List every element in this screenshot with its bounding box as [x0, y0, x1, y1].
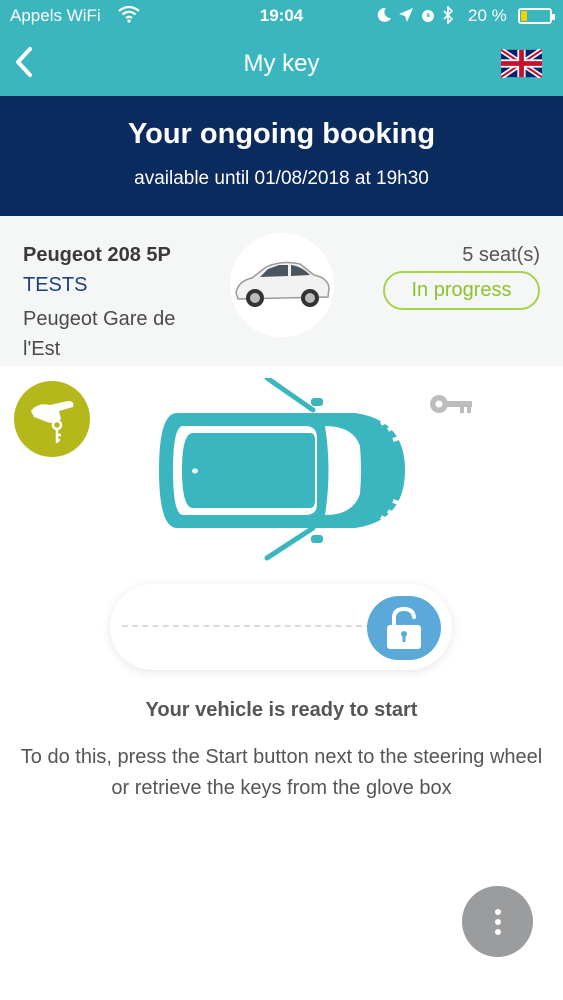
bluetooth-icon: [443, 6, 454, 24]
battery-percent: 20 %: [468, 6, 507, 25]
uk-flag-icon[interactable]: [501, 49, 542, 78]
booking-availability: available until 01/08/2018 at 19h30: [134, 168, 429, 189]
battery-icon: [518, 8, 555, 24]
seat-count: 5 seat(s): [462, 244, 540, 266]
car-image-icon: [235, 261, 330, 307]
booking-banner: Your ongoing booking available until 01/…: [0, 96, 563, 216]
vehicle-plate: TESTS: [23, 274, 88, 296]
unlock-slider[interactable]: [110, 584, 452, 670]
slider-track: [122, 625, 372, 627]
page-title: My key: [243, 50, 320, 77]
moon-icon: [377, 7, 391, 22]
status-icons: [376, 5, 476, 25]
hand-key-icon: [31, 401, 74, 443]
padlock-open-icon: [387, 606, 421, 649]
car-top-view-icon: [159, 378, 405, 561]
status-bar: Appels WiFi 19:04 20 %: [0, 0, 563, 32]
retrieve-key-button[interactable]: [14, 381, 90, 457]
battery-fill: [521, 11, 527, 21]
vehicle-card: Peugeot 208 5P TESTS Peugeot Gare de l'E…: [0, 216, 563, 366]
key-icon: [430, 395, 472, 413]
vehicle-model: Peugeot 208 5P: [23, 244, 171, 266]
vehicle-photo: [230, 233, 334, 337]
slider-handle[interactable]: [367, 596, 441, 660]
vehicle-station: Peugeot Gare de l'Est: [23, 308, 176, 360]
alarm-icon: [422, 10, 434, 22]
start-instructions: To do this, press the Start button next …: [20, 746, 543, 799]
top-bar: Appels WiFi 19:04 20 % My key: [0, 0, 563, 96]
status-badge: In progress: [383, 271, 540, 310]
more-options-button[interactable]: [462, 886, 533, 957]
nav-bar: My key: [0, 32, 563, 96]
booking-title: Your ongoing booking: [127, 118, 436, 150]
location-arrow-icon: [399, 8, 413, 22]
ready-heading: Your vehicle is ready to start: [145, 699, 418, 721]
